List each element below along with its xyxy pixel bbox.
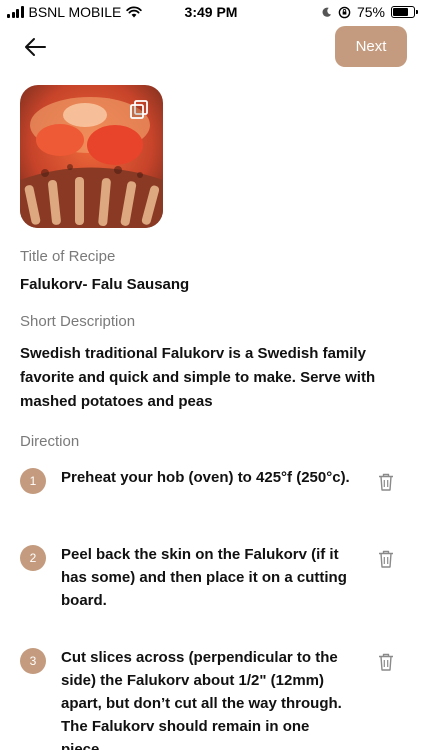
step-text[interactable]: Peel back the skin on the Falukorv (if i… bbox=[61, 543, 351, 612]
battery-percent: 75% bbox=[356, 4, 385, 20]
direction-label: Direction bbox=[20, 433, 80, 450]
step-number: 2 bbox=[20, 545, 46, 571]
back-button[interactable] bbox=[18, 30, 52, 64]
battery-fill bbox=[393, 8, 408, 16]
status-bar: BSNL MOBILE 3:49 PM 75% bbox=[0, 0, 422, 24]
battery-icon bbox=[391, 6, 418, 18]
recipe-title[interactable]: Falukorv- Falu Sausang bbox=[20, 276, 189, 293]
next-button[interactable]: Next bbox=[335, 26, 407, 67]
step-text[interactable]: Cut slices across (perpendicular to the … bbox=[61, 646, 351, 750]
trash-icon[interactable] bbox=[377, 549, 395, 569]
recipe-description[interactable]: Swedish traditional Falukorv is a Swedis… bbox=[20, 342, 400, 414]
step-text[interactable]: Preheat your hob (oven) to 425°f (250°c)… bbox=[61, 466, 351, 489]
description-label: Short Description bbox=[20, 313, 136, 330]
trash-icon[interactable] bbox=[377, 472, 395, 492]
status-right: 75% bbox=[321, 4, 418, 20]
title-label: Title of Recipe bbox=[20, 248, 116, 265]
copy-icon[interactable] bbox=[128, 98, 150, 120]
trash-icon[interactable] bbox=[377, 652, 395, 672]
recipe-image[interactable] bbox=[20, 85, 163, 228]
moon-icon bbox=[322, 7, 332, 17]
step-number: 1 bbox=[20, 468, 46, 494]
step-number: 3 bbox=[20, 648, 46, 674]
orientation-lock-icon bbox=[338, 6, 351, 18]
arrow-left-icon bbox=[25, 38, 46, 56]
